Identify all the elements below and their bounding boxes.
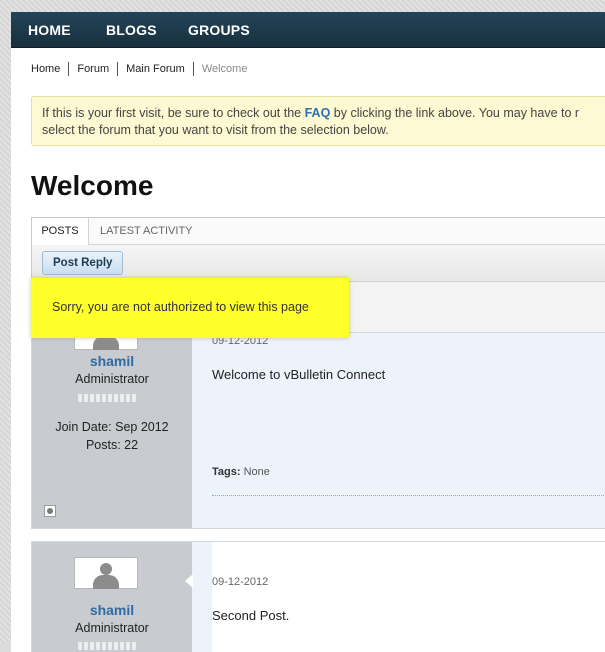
- first-visit-notice: If this is your first visit, be sure to …: [31, 96, 605, 146]
- offline-status-icon: [44, 505, 56, 517]
- post-content: 09-12-2012 Welcome to vBulletin Connect …: [212, 333, 605, 528]
- notice-text-before: If this is your first visit, be sure to …: [42, 106, 305, 120]
- post-date: 09-12-2012: [212, 576, 269, 588]
- breadcrumb: Home Forum Main Forum Welcome: [31, 62, 247, 76]
- post-tags: Tags: None: [212, 466, 270, 478]
- notice-line-1: If this is your first visit, be sure to …: [42, 105, 605, 122]
- forum-page: HOME BLOGS GROUPS Home Forum Main Forum …: [11, 12, 605, 652]
- post-pointer-arrow: [185, 574, 193, 588]
- tags-value: None: [243, 466, 270, 478]
- notice-text-after: by clicking the link above. You may have…: [330, 106, 580, 120]
- breadcrumb-separator: [117, 62, 119, 76]
- post-content: 09-12-2012 Second Post.: [212, 542, 605, 652]
- post-usertitle: Administrator: [75, 621, 149, 635]
- breadcrumb-forum[interactable]: Forum: [77, 63, 109, 75]
- page-title: Welcome: [31, 170, 154, 201]
- post-usertitle: Administrator: [75, 372, 149, 386]
- thread-toolbar: Post Reply: [32, 245, 605, 282]
- breadcrumb-separator: [192, 62, 194, 76]
- post-1: shamil Administrator Join Date: Sep 2012…: [31, 318, 605, 529]
- post-text: Second Post.: [212, 608, 290, 623]
- user-post-count: Posts: 22: [85, 438, 139, 452]
- tab-posts[interactable]: POSTS: [32, 218, 89, 245]
- post-2: shamil Administrator 09-12-2012 Second P…: [31, 541, 605, 652]
- breadcrumb-home[interactable]: Home: [31, 63, 60, 75]
- tags-label: Tags:: [212, 466, 241, 478]
- post-user-panel: shamil Administrator Join Date: Sep 2012…: [32, 318, 192, 528]
- reputation-bar: [78, 642, 138, 650]
- tab-bar: POSTS LATEST ACTIVITY: [32, 218, 605, 245]
- tab-latest-activity[interactable]: LATEST ACTIVITY: [100, 218, 193, 244]
- post-text: Welcome to vBulletin Connect: [212, 367, 386, 382]
- top-navbar: HOME BLOGS GROUPS: [11, 12, 605, 48]
- nav-blogs[interactable]: BLOGS: [106, 22, 157, 38]
- post-divider: [212, 495, 605, 496]
- post-username[interactable]: shamil: [32, 353, 192, 369]
- nav-home[interactable]: HOME: [28, 22, 71, 38]
- breadcrumb-separator: [68, 62, 70, 76]
- user-silhouette-icon[interactable]: [74, 557, 138, 589]
- user-join-date: Join Date: Sep 2012: [55, 420, 169, 434]
- not-authorized-message: Sorry, you are not authorized to view th…: [31, 278, 349, 338]
- post-reply-button[interactable]: Post Reply: [42, 251, 124, 275]
- reputation-bar: [78, 394, 138, 402]
- post-user-panel: shamil Administrator: [32, 542, 192, 652]
- post-username[interactable]: shamil: [32, 602, 192, 618]
- nav-groups[interactable]: GROUPS: [188, 22, 250, 38]
- notice-line-2: select the forum that you want to visit …: [42, 123, 389, 137]
- breadcrumb-current: Welcome: [201, 63, 248, 75]
- breadcrumb-main-forum[interactable]: Main Forum: [126, 63, 185, 75]
- faq-link[interactable]: FAQ: [305, 106, 331, 120]
